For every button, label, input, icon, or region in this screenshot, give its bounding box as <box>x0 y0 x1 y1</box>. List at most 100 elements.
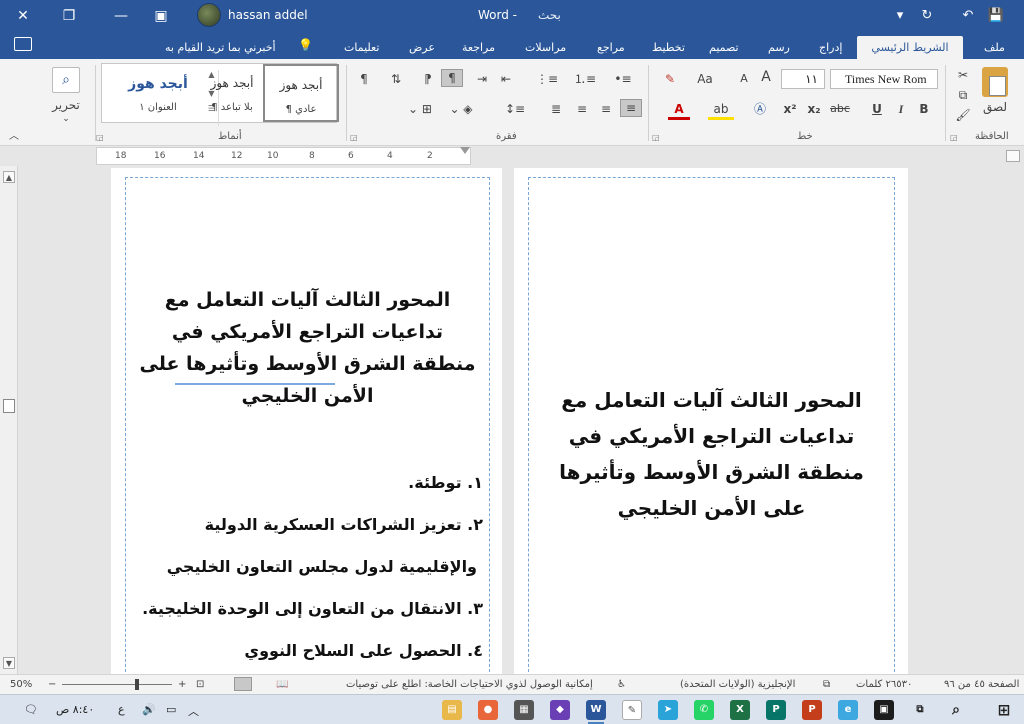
redo-icon[interactable]: ↻ <box>914 0 940 32</box>
paste-icon[interactable] <box>982 67 1008 97</box>
visual-studio-icon[interactable]: ◆ <box>550 700 570 720</box>
tab-file[interactable]: ملف <box>980 36 1009 59</box>
language-status[interactable]: الإنجليزية (الولايات المتحدة) <box>680 679 795 690</box>
styles-gallery[interactable]: ▲ ▼ ☰ أبجد هوز العنوان ١ أبجد هوز ¶ بلا … <box>101 63 339 126</box>
clock[interactable]: ٨:٤٠ ص <box>56 703 94 716</box>
undo-icon[interactable]: ↶ <box>955 0 981 32</box>
borders-icon[interactable]: ⌄ ⊞ <box>400 101 440 117</box>
tab-home[interactable]: الشريط الرئيسي <box>857 36 963 59</box>
user-name[interactable]: hassan addel <box>228 8 308 22</box>
network-icon[interactable]: ▭ <box>166 703 176 716</box>
whatsapp-icon[interactable]: ✆ <box>694 700 714 720</box>
tab-mailings[interactable]: مراسلات <box>521 36 570 59</box>
format-painter-icon[interactable]: 🖌 <box>954 107 972 123</box>
search-label[interactable]: بحث <box>538 8 561 22</box>
pilcrow-icon[interactable]: ¶ <box>356 71 372 87</box>
change-case-button[interactable]: Aa <box>690 71 720 87</box>
indent-marker[interactable] <box>460 147 470 155</box>
excel-icon[interactable]: X <box>730 700 750 720</box>
bold-button[interactable]: B <box>915 101 933 117</box>
focus-mode-icon[interactable]: ⊡ <box>196 679 204 690</box>
rtl-icon[interactable]: ¶ <box>441 69 463 87</box>
tab-insert[interactable]: إدراج <box>815 36 846 59</box>
find-icon[interactable]: ⌕ <box>52 67 80 93</box>
tab-references[interactable]: مراجع <box>593 36 629 59</box>
ruler-toggle[interactable] <box>1006 150 1020 162</box>
page-left[interactable]: المحور الثالث آليات التعامل مع تداعيات ا… <box>111 168 502 674</box>
vertical-scrollbar[interactable]: ▲ ▼ <box>0 166 18 674</box>
shading-icon[interactable]: ⌄ ◈ <box>446 101 476 117</box>
print-layout-icon[interactable] <box>234 677 252 691</box>
highlight-button[interactable]: ab <box>708 101 734 120</box>
multilevel-list-icon[interactable]: ⋮≡ <box>532 71 562 87</box>
start-icon[interactable]: ⊞ <box>994 700 1014 720</box>
bullets-icon[interactable]: •≡ <box>608 71 638 87</box>
text-effects-icon[interactable]: Ⓐ <box>750 101 770 117</box>
align-center-icon[interactable]: ≡ <box>596 101 616 117</box>
scroll-thumb[interactable] <box>3 399 15 413</box>
tell-me-input[interactable]: أخبرني بما تريد القيام به <box>165 41 276 54</box>
save-icon[interactable]: 💾 <box>983 0 1009 32</box>
font-name-select[interactable]: Times New Rom <box>830 69 938 89</box>
tray-overflow-icon[interactable]: ︿ <box>188 703 199 719</box>
edge-icon[interactable]: e <box>838 700 858 720</box>
chevron-down-icon[interactable]: ⌄ <box>60 111 72 127</box>
comments-icon[interactable] <box>14 37 32 51</box>
page-number[interactable]: الصفحة ٤٥ من ٩٦ <box>944 679 1019 690</box>
superscript-button[interactable]: x² <box>780 101 800 117</box>
paint-icon[interactable]: ✎ <box>622 700 642 720</box>
publisher-icon[interactable]: P <box>766 700 786 720</box>
read-mode-icon[interactable]: 📖 <box>276 679 288 690</box>
calculator-icon[interactable]: ▦ <box>514 700 534 720</box>
zoom-level[interactable]: 50% <box>10 679 32 690</box>
ltr-icon[interactable]: ⁋ <box>418 71 438 87</box>
tab-view[interactable]: عرض <box>405 36 439 59</box>
clipboard-launcher-icon[interactable]: ◲ <box>950 133 958 142</box>
tab-draw[interactable]: رسم <box>764 36 794 59</box>
grow-font-button[interactable]: A <box>758 69 774 85</box>
avatar[interactable] <box>197 3 221 27</box>
subscript-button[interactable]: x₂ <box>804 101 824 117</box>
zoom-out-button[interactable]: − <box>48 679 56 690</box>
accessibility-status[interactable]: إمكانية الوصول لذوي الاحتياجات الخاصة: ا… <box>346 679 593 690</box>
store-icon[interactable]: ▣ <box>874 700 894 720</box>
collapse-ribbon-icon[interactable]: ︿ <box>6 129 22 145</box>
cut-icon[interactable]: ✂ <box>954 67 972 83</box>
telegram-icon[interactable]: ➤ <box>658 700 678 720</box>
firefox-icon[interactable]: ● <box>478 700 498 720</box>
style-normal[interactable]: أبجد هوز ¶ عادي <box>263 64 339 122</box>
task-view-icon[interactable]: ⧉ <box>910 700 930 720</box>
strikethrough-button[interactable]: abc <box>828 101 852 117</box>
tab-help[interactable]: تعليمات <box>340 36 383 59</box>
powerpoint-icon[interactable]: P <box>802 700 822 720</box>
italic-button[interactable]: I <box>893 101 909 117</box>
font-color-button[interactable]: A <box>668 101 690 120</box>
shrink-font-button[interactable]: A <box>736 71 752 87</box>
styles-launcher-icon[interactable]: ◲ <box>96 133 104 142</box>
tab-review[interactable]: مراجعة <box>458 36 499 59</box>
customize-qat-icon[interactable]: ▾ <box>887 0 913 32</box>
file-explorer-icon[interactable]: ▤ <box>442 700 462 720</box>
zoom-in-button[interactable]: + <box>178 679 186 690</box>
indent-decrease-icon[interactable]: ⇤ <box>496 71 516 87</box>
restore-button[interactable]: ❐ <box>46 0 92 32</box>
style-no-spacing[interactable]: أبجد هوز ¶ بلا تباعد <box>194 64 270 122</box>
style-heading1[interactable]: أبجد هوز العنوان ١ <box>120 64 196 122</box>
numbering-icon[interactable]: ⒈≡ <box>570 71 600 87</box>
proofing-icon[interactable]: ⧉ <box>823 679 830 690</box>
search-icon[interactable]: ⌕ <box>946 700 966 720</box>
copy-icon[interactable]: ⧉ <box>954 87 972 103</box>
indent-increase-icon[interactable]: ⇥ <box>472 71 492 87</box>
align-right-icon[interactable]: ≡ <box>620 99 642 117</box>
clear-formatting-icon[interactable]: ✎ <box>660 71 680 87</box>
zoom-slider-thumb[interactable] <box>135 679 139 690</box>
page-right[interactable]: المحور الثالث آليات التعامل مع تداعيات ا… <box>514 168 908 674</box>
scroll-down-icon[interactable]: ▼ <box>3 657 15 669</box>
paragraph-launcher-icon[interactable]: ◲ <box>350 133 358 142</box>
ribbon-display-button[interactable]: ▣ <box>138 0 184 32</box>
font-size-select[interactable]: ١١ <box>781 69 825 89</box>
underline-button[interactable]: U <box>868 101 886 117</box>
tab-layout[interactable]: تخطيط <box>648 36 689 59</box>
align-left-icon[interactable]: ≡ <box>572 101 592 117</box>
font-launcher-icon[interactable]: ◲ <box>652 133 660 142</box>
